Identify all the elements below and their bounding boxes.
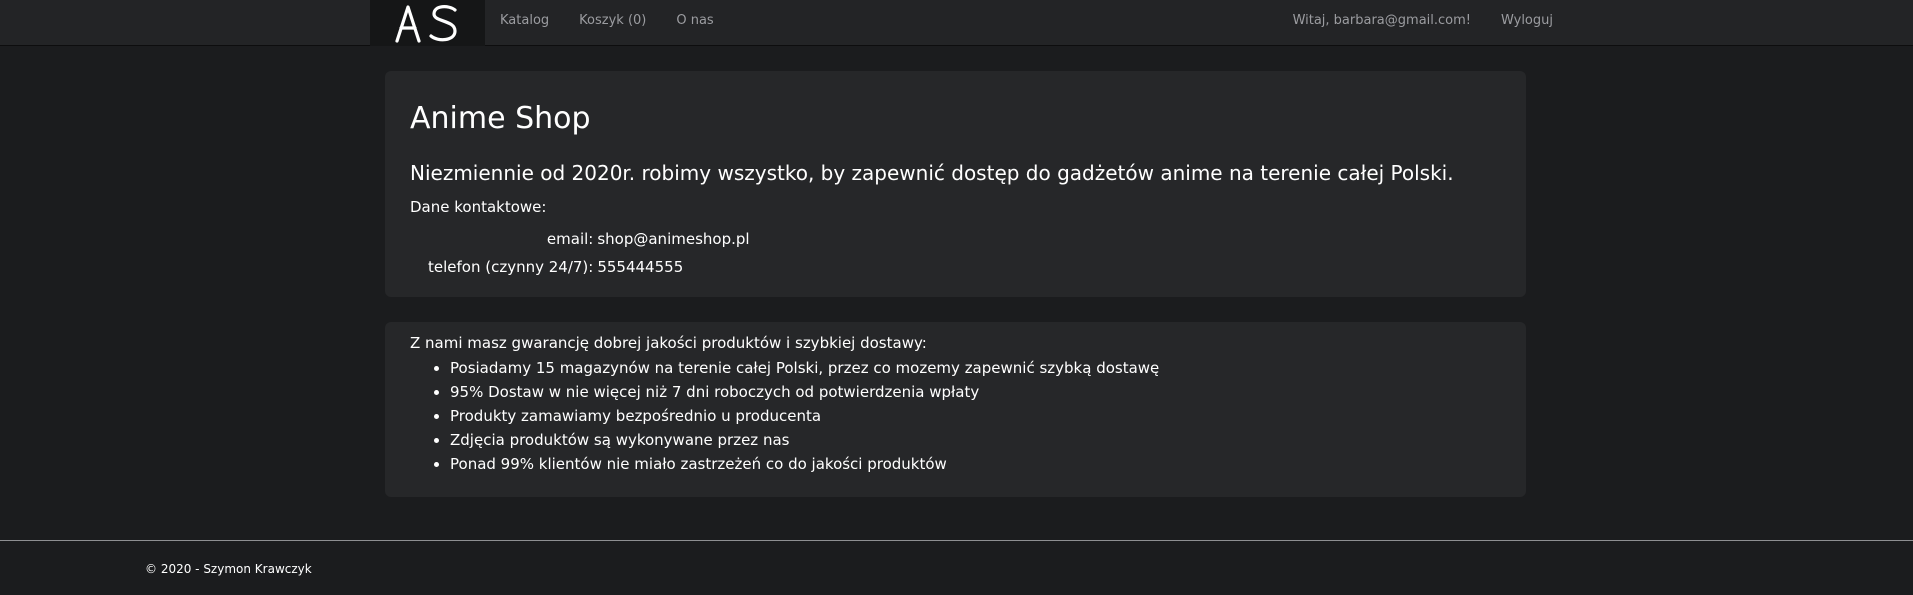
footer-copyright: © 2020 - Szymon Krawczyk [145, 562, 312, 576]
brand-logo-link[interactable] [370, 0, 485, 46]
top-navbar: Katalog Koszyk (0) O nas Witaj, barbara@… [0, 0, 1913, 46]
list-item: Zdjęcia produktów są wykonywane przez na… [450, 428, 1159, 452]
contact-table: email: shop@animeshop.pl telefon (czynny… [428, 225, 750, 281]
about-panel: Anime Shop Niezmiennie od 2020r. robimy … [385, 71, 1526, 297]
guarantee-intro: Z nami masz gwarancję dobrej jakości pro… [410, 334, 927, 352]
guarantee-list: Posiadamy 15 magazynów na terenie całej … [410, 356, 1159, 476]
contact-row-email: email: shop@animeshop.pl [428, 225, 750, 253]
contact-phone-label: telefon (czynny 24/7): [428, 258, 594, 276]
logout-link[interactable]: Wyloguj [1486, 0, 1568, 42]
nav-link-cart[interactable]: Koszyk (0) [564, 0, 661, 42]
list-item: Produkty zamawiamy bezpośrednio u produc… [450, 404, 1159, 428]
main-nav: Katalog Koszyk (0) O nas [485, 0, 729, 42]
contact-email-value: shop@animeshop.pl [597, 230, 750, 248]
page-title: Anime Shop [410, 101, 591, 136]
contact-row-phone: telefon (czynny 24/7): 555444555 [428, 253, 750, 281]
guarantee-panel: Z nami masz gwarancję dobrej jakości pro… [385, 322, 1526, 497]
list-item: Ponad 99% klientów nie miało zastrzeżeń … [450, 452, 1159, 476]
list-item: 95% Dostaw w nie więcej niż 7 dni robocz… [450, 380, 1159, 404]
contact-phone-value: 555444555 [597, 258, 684, 276]
shop-tagline: Niezmiennie od 2020r. robimy wszystko, b… [410, 161, 1454, 185]
list-item: Posiadamy 15 magazynów na terenie całej … [450, 356, 1159, 380]
nav-link-about[interactable]: O nas [661, 0, 728, 42]
user-nav: Witaj, barbara@gmail.com! Wyloguj [1278, 0, 1568, 42]
user-greeting-link[interactable]: Witaj, barbara@gmail.com! [1278, 0, 1486, 42]
footer-divider [0, 540, 1913, 541]
brand-logo [394, 5, 457, 43]
contact-email-label: email: [546, 230, 594, 248]
nav-link-catalog[interactable]: Katalog [485, 0, 564, 42]
contact-heading: Dane kontaktowe: [410, 198, 547, 216]
